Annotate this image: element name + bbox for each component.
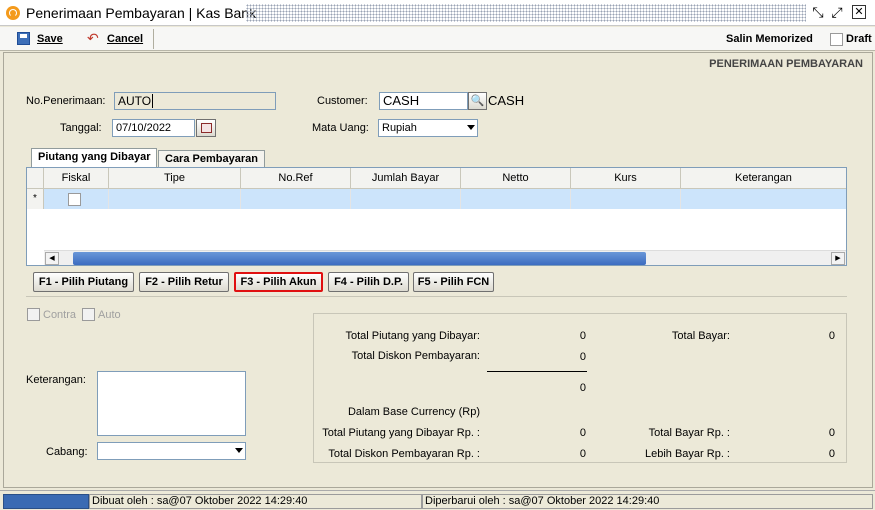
scroll-thumb[interactable] xyxy=(73,252,646,265)
pilih-dp-button[interactable]: F4 - Pilih D.P. xyxy=(328,272,409,292)
column-header-noref[interactable]: No.Ref xyxy=(241,168,351,189)
draft-checkbox[interactable] xyxy=(830,33,843,46)
close-icon[interactable]: ✕ xyxy=(852,5,866,19)
keterangan-label: Keterangan: xyxy=(26,374,86,386)
salin-memorized-button[interactable]: Salin Memorized xyxy=(726,31,813,48)
section-divider xyxy=(26,296,847,297)
calendar-button[interactable] xyxy=(196,119,216,137)
keterangan-textarea[interactable] xyxy=(97,371,246,436)
undo-icon[interactable]: ↶ xyxy=(87,30,99,47)
auto-label: Auto xyxy=(98,309,121,321)
contra-label: Contra xyxy=(43,309,77,321)
toolbar-divider xyxy=(153,29,154,49)
customer-label: Customer: xyxy=(317,95,368,107)
customer-field[interactable]: CASH xyxy=(379,92,468,110)
new-row-indicator: * xyxy=(27,189,44,209)
customer-name: CASH xyxy=(488,93,525,108)
no-penerimaan-field[interactable]: AUTO xyxy=(114,92,276,110)
mata-uang-select[interactable]: Rupiah xyxy=(378,119,478,137)
subtotal-value: 0 xyxy=(579,382,586,394)
total-diskon-label: Total Diskon Pembayaran: xyxy=(351,350,480,362)
tanggal-field[interactable]: 07/10/2022 xyxy=(112,119,195,137)
status-bar: Dibuat oleh : sa@07 Oktober 2022 14:29:4… xyxy=(0,490,875,510)
total-diskon-rp-value: 0 xyxy=(579,448,586,460)
cabang-label: Cabang: xyxy=(46,446,88,458)
pilih-fcn-button[interactable]: F5 - Pilih FCN xyxy=(413,272,494,292)
restore-icon[interactable]: ⤡ xyxy=(809,4,827,21)
total-bayar-value: 0 xyxy=(828,330,835,342)
fiskal-cell[interactable] xyxy=(44,189,109,209)
toolbar: Save ↶ Cancel Salin Memorized Draft xyxy=(0,27,875,51)
fiskal-checkbox[interactable] xyxy=(68,193,81,206)
noref-cell[interactable] xyxy=(241,189,351,209)
total-diskon-value: 0 xyxy=(579,351,586,363)
auto-checkbox[interactable] xyxy=(82,308,95,321)
piutang-grid: Fiskal Tipe No.Ref Jumlah Bayar Netto Ku… xyxy=(26,167,847,266)
search-icon: 🔍 xyxy=(470,95,485,107)
cabang-select[interactable] xyxy=(97,442,246,460)
customer-search-button[interactable]: 🔍 xyxy=(468,92,487,110)
scroll-right-icon[interactable]: ▶ xyxy=(831,252,845,265)
mata-uang-label: Mata Uang: xyxy=(312,122,369,134)
column-header-jumlah-bayar[interactable]: Jumlah Bayar xyxy=(351,168,461,189)
tanggal-label: Tanggal: xyxy=(60,122,102,134)
progress-indicator xyxy=(3,494,89,509)
column-header-fiskal[interactable]: Fiskal xyxy=(44,168,109,189)
tab-cara-pembayaran[interactable]: Cara Pembayaran xyxy=(158,150,265,168)
lebih-bayar-rp-value: 0 xyxy=(828,448,835,460)
base-currency-label: Dalam Base Currency (Rp) xyxy=(347,406,480,418)
pilih-retur-button[interactable]: F2 - Pilih Retur xyxy=(139,272,229,292)
total-diskon-rp-label: Total Diskon Pembayaran Rp. : xyxy=(328,448,480,460)
updated-by-status: Diperbarui oleh : sa@07 Oktober 2022 14:… xyxy=(422,494,873,509)
jumlah-bayar-cell[interactable] xyxy=(351,189,461,209)
lebih-bayar-rp-label: Lebih Bayar Rp. : xyxy=(645,448,730,460)
chevron-down-icon xyxy=(467,125,475,130)
scroll-left-icon[interactable]: ◀ xyxy=(45,252,59,265)
tipe-cell[interactable] xyxy=(109,189,241,209)
sum-line xyxy=(487,371,587,372)
pilih-akun-button[interactable]: F3 - Pilih Akun xyxy=(234,272,323,292)
column-header-netto[interactable]: Netto xyxy=(461,168,571,189)
maximize-icon[interactable]: ⤢ xyxy=(828,4,846,21)
total-piutang-label: Total Piutang yang Dibayar: xyxy=(345,330,480,342)
created-by-status: Dibuat oleh : sa@07 Oktober 2022 14:29:4… xyxy=(89,494,422,509)
window-title: Penerimaan Pembayaran | Kas Bank xyxy=(26,5,257,21)
column-header-keterangan[interactable]: Keterangan xyxy=(681,168,846,189)
total-bayar-label: Total Bayar: xyxy=(671,330,730,342)
chevron-down-icon xyxy=(235,448,243,453)
no-penerimaan-label: No.Penerimaan: xyxy=(26,95,106,107)
pilih-piutang-button[interactable]: F1 - Pilih Piutang xyxy=(33,272,134,292)
title-bar-texture xyxy=(246,4,806,22)
tab-piutang-dibayar[interactable]: Piutang yang Dibayar xyxy=(31,148,158,168)
draft-label: Draft xyxy=(846,33,872,45)
horizontal-scrollbar[interactable]: ◀ ▶ xyxy=(44,250,846,265)
grid-row-header-corner xyxy=(27,168,44,189)
total-piutang-rp-label: Total Piutang yang Dibayar Rp. : xyxy=(322,427,480,439)
cancel-button[interactable]: Cancel xyxy=(107,31,143,48)
app-logo-icon xyxy=(6,6,20,20)
save-icon[interactable] xyxy=(17,32,30,45)
save-button[interactable]: Save xyxy=(37,31,63,48)
total-bayar-rp-value: 0 xyxy=(828,427,835,439)
total-piutang-value: 0 xyxy=(579,330,586,342)
total-bayar-rp-label: Total Bayar Rp. : xyxy=(648,427,730,439)
calendar-icon xyxy=(201,123,212,133)
kurs-cell[interactable] xyxy=(571,189,681,209)
title-bar: Penerimaan Pembayaran | Kas Bank ⤡ ⤢ ✕ xyxy=(0,0,875,26)
column-header-tipe[interactable]: Tipe xyxy=(109,168,241,189)
column-header-kurs[interactable]: Kurs xyxy=(571,168,681,189)
netto-cell[interactable] xyxy=(461,189,571,209)
contra-checkbox[interactable] xyxy=(27,308,40,321)
form-heading: PENERIMAAN PEMBAYARAN xyxy=(709,58,863,70)
total-piutang-rp-value: 0 xyxy=(579,427,586,439)
